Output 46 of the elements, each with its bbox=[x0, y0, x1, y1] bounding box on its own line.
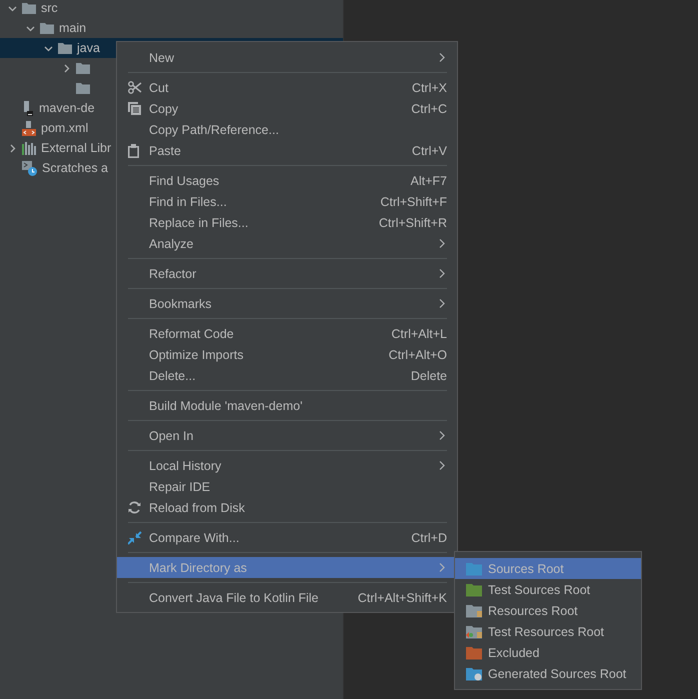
menu-item-label: Bookmarks bbox=[149, 296, 213, 310]
tree-label: External Libr bbox=[41, 141, 112, 155]
menu-item-label: Paste bbox=[149, 144, 182, 158]
shortcut-label: Ctrl+Alt+L bbox=[391, 326, 447, 340]
menu-item-label: Build Module 'maven-demo' bbox=[149, 398, 304, 412]
tree-label: src bbox=[41, 1, 58, 15]
shortcut-label: Ctrl+D bbox=[411, 530, 447, 544]
menu-item-label: Generated Sources Root bbox=[488, 666, 626, 680]
menu-item-label: Find in Files... bbox=[149, 194, 228, 208]
menu-item-label: New bbox=[149, 50, 176, 64]
menu-item-label: Test Resources Root bbox=[488, 624, 604, 638]
menu-item-label: Delete... bbox=[149, 368, 197, 382]
shortcut-label: Ctrl+Shift+F bbox=[380, 194, 447, 208]
menu-item-label: Reformat Code bbox=[149, 326, 235, 340]
shortcut-label: Ctrl+X bbox=[412, 80, 447, 94]
menu-item-label: Mark Directory as bbox=[149, 560, 248, 574]
shortcut-label: Ctrl+Alt+Shift+K bbox=[358, 590, 447, 604]
menu-item-label: Excluded bbox=[488, 646, 540, 660]
menu-item-label: Open In bbox=[149, 428, 194, 442]
menu-item-label: Refactor bbox=[149, 266, 198, 280]
tree-label: Scratches a bbox=[42, 161, 108, 175]
menu-item-label: Test Sources Root bbox=[488, 582, 590, 596]
tree-label: main bbox=[59, 21, 86, 35]
menu-item-label: Cut bbox=[149, 80, 170, 94]
shortcut-label: Ctrl+Shift+R bbox=[378, 216, 447, 230]
menu-item-label: Local History bbox=[149, 458, 222, 472]
shortcut-label: Ctrl+V bbox=[412, 144, 447, 158]
shortcut-label: Alt+F7 bbox=[410, 174, 447, 188]
menu-item-label: Compare With... bbox=[149, 530, 240, 544]
menu-item-label: Convert Java File to Kotlin File bbox=[149, 590, 320, 604]
menu-item-label: Find Usages bbox=[149, 174, 220, 188]
shortcut-label: Delete bbox=[410, 368, 447, 382]
menu-item-label: Repair IDE bbox=[149, 480, 212, 494]
menu-item-label: Sources Root bbox=[488, 562, 564, 576]
menu-item-label: Optimize Imports bbox=[149, 348, 244, 362]
menu-item-label: Copy Path/Reference... bbox=[149, 122, 280, 136]
menu-item-label: Resources Root bbox=[488, 604, 578, 618]
menu-item-label: Reload from Disk bbox=[149, 500, 246, 514]
menu-item-label: Copy bbox=[149, 102, 180, 116]
menu-item-label: Replace in Files... bbox=[149, 216, 250, 230]
shortcut-label: Ctrl+C bbox=[411, 102, 447, 116]
menu-item-label: Analyze bbox=[149, 236, 194, 250]
tree-label: java bbox=[77, 41, 100, 55]
shortcut-label: Ctrl+Alt+O bbox=[388, 348, 447, 362]
tree-label: maven-de bbox=[39, 101, 95, 115]
tree-label: pom.xml bbox=[41, 121, 88, 135]
